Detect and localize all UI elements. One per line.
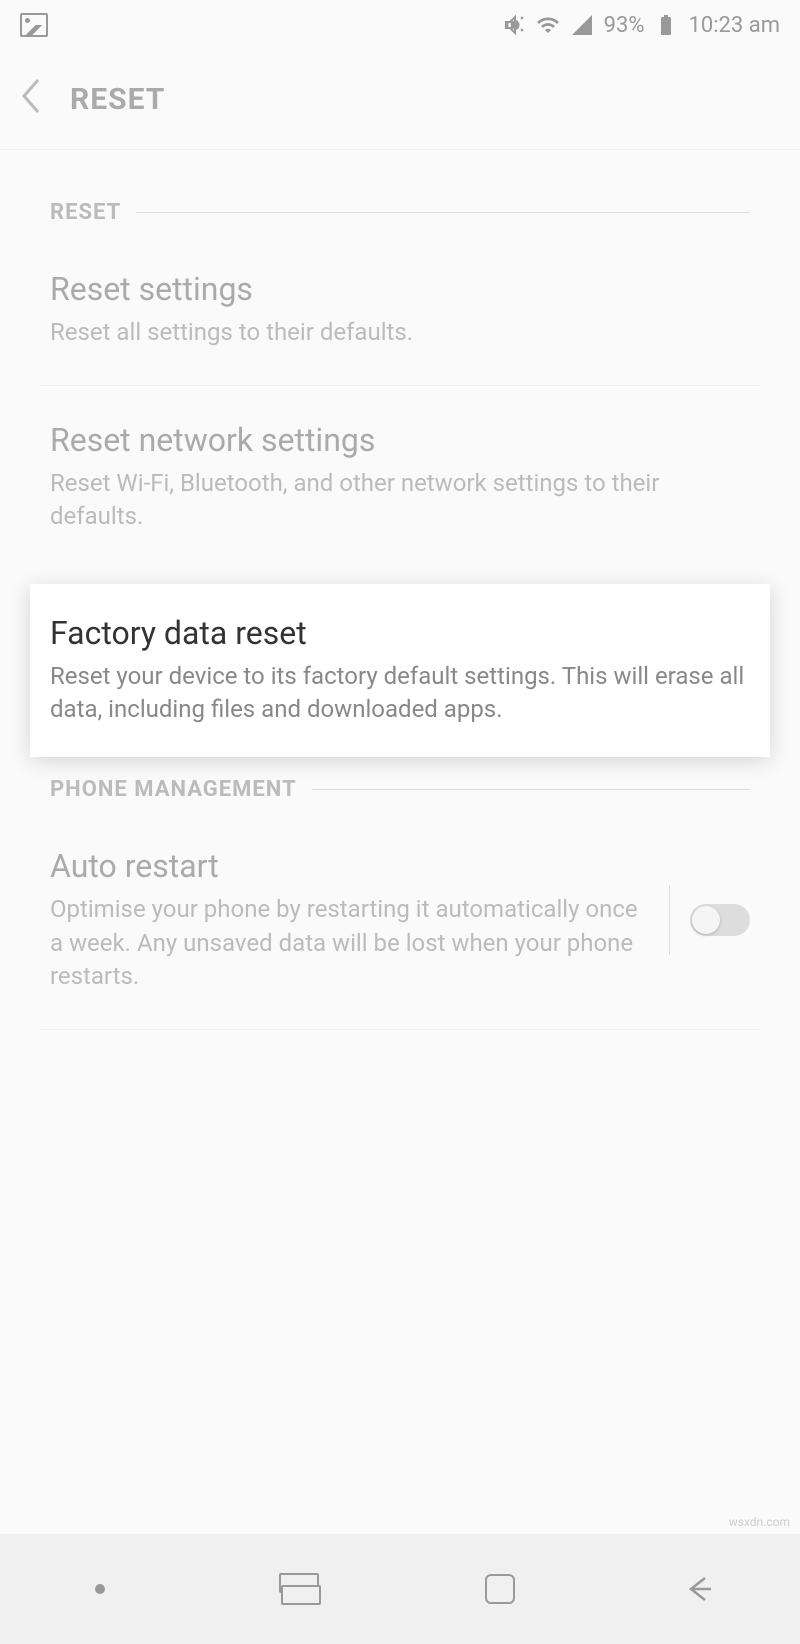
factory-data-reset-item[interactable]: Factory data reset Reset your device to … xyxy=(30,584,770,757)
nav-recents-button[interactable] xyxy=(275,1564,325,1614)
recents-icon xyxy=(282,1576,318,1602)
nav-home-button[interactable] xyxy=(475,1564,525,1614)
back-icon xyxy=(685,1574,715,1604)
reset-settings-item[interactable]: Reset settings Reset all settings to the… xyxy=(0,235,800,385)
app-bar: RESET xyxy=(0,50,800,150)
section-header-reset: RESET xyxy=(0,200,800,225)
watermark: wsxdn.com xyxy=(729,1515,790,1529)
battery-percent: 93% xyxy=(604,13,645,38)
auto-restart-toggle[interactable] xyxy=(690,904,750,936)
clock-time: 10:23 am xyxy=(688,13,780,38)
item-subtitle: Reset your device to its factory default… xyxy=(50,660,750,727)
signal-icon xyxy=(570,13,594,37)
page-title: RESET xyxy=(70,82,165,117)
nav-assistant-button[interactable] xyxy=(75,1564,125,1614)
status-bar: 93% 10:23 am xyxy=(0,0,800,50)
item-title: Reset settings xyxy=(50,270,750,308)
navigation-bar xyxy=(0,1534,800,1644)
toggle-divider xyxy=(669,885,670,955)
item-title: Factory data reset xyxy=(50,614,750,652)
item-text: Auto restart Optimise your phone by rest… xyxy=(50,847,649,994)
content: RESET Reset settings Reset all settings … xyxy=(0,150,800,1030)
wifi-icon xyxy=(536,13,560,37)
status-left xyxy=(20,13,48,37)
section-header-line xyxy=(136,212,750,213)
divider xyxy=(40,1029,760,1030)
reset-network-settings-item[interactable]: Reset network settings Reset Wi-Fi, Blue… xyxy=(0,386,800,569)
dot-icon xyxy=(95,1584,105,1594)
section-header-line xyxy=(312,789,750,790)
item-subtitle: Optimise your phone by restarting it aut… xyxy=(50,893,649,994)
item-subtitle: Reset Wi-Fi, Bluetooth, and other networ… xyxy=(50,467,750,534)
section-header-text: PHONE MANAGEMENT xyxy=(50,777,297,802)
picture-notification-icon xyxy=(20,13,48,37)
vibrate-icon xyxy=(502,13,526,37)
auto-restart-item[interactable]: Auto restart Optimise your phone by rest… xyxy=(0,812,800,1029)
item-title: Auto restart xyxy=(50,847,649,885)
section-header-phone-management: PHONE MANAGEMENT xyxy=(0,777,800,802)
section-header-text: RESET xyxy=(50,200,121,225)
status-right: 93% 10:23 am xyxy=(502,13,780,38)
item-subtitle: Reset all settings to their defaults. xyxy=(50,316,750,350)
nav-back-button[interactable] xyxy=(675,1564,725,1614)
back-button[interactable] xyxy=(20,78,40,122)
item-title: Reset network settings xyxy=(50,421,750,459)
battery-icon xyxy=(654,13,678,37)
home-icon xyxy=(485,1574,515,1604)
